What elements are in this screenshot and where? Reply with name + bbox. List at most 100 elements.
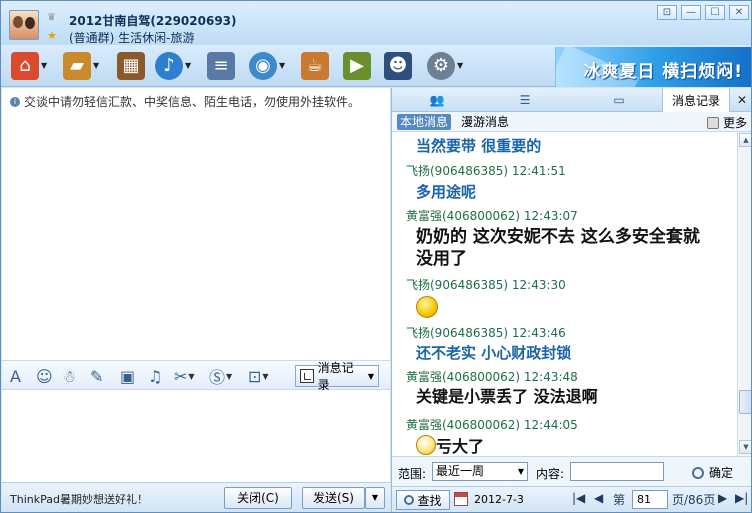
history-subtabs: 本地消息 漫游消息 更多 (392, 112, 751, 132)
close-button[interactable]: 关闭(C) (224, 487, 292, 509)
home-icon: ⌂ (11, 52, 39, 80)
tv-tool[interactable]: ▶ (343, 49, 371, 83)
message-list[interactable]: 当然要带 很重要的 飞扬(906486385) 12:41:51 多用途呢 黄富… (392, 132, 737, 456)
message-text: 关键是小票丢了 没法退啊 (416, 387, 598, 406)
history-panel: 👥 ☰ ▭ 消息记录 ✕ 本地消息 漫游消息 更多 当然要带 很重要的 飞扬(9… (391, 88, 751, 512)
find-button[interactable]: 查找 (396, 490, 450, 510)
range-value: 最近一周 (436, 464, 485, 478)
settings-tool[interactable]: ⚙ ▼ (427, 49, 467, 83)
close-window-button[interactable]: ✕ (729, 5, 749, 20)
chat-history-area[interactable] (2, 112, 390, 360)
more-button[interactable]: 更多 (706, 114, 747, 131)
date-value: 2012-7-3 (474, 493, 524, 506)
list-icon: ☰ (519, 93, 531, 107)
window-subtitle: (普通群) 生活休闲-旅游 (69, 31, 195, 45)
tab-message-history[interactable]: 消息记录 (662, 88, 730, 112)
scroll-down-icon[interactable]: ▼ (739, 440, 751, 454)
skin-button[interactable]: ⊡ (657, 5, 677, 20)
tv-icon: ▶ (343, 52, 371, 80)
voice-tool[interactable]: ♪ ▼ (155, 49, 195, 83)
next-page-icon[interactable]: ▶ (718, 491, 727, 505)
side-tabs: 👥 ☰ ▭ 消息记录 ✕ (392, 88, 751, 112)
chevron-down-icon: ▼ (367, 371, 374, 381)
window-controls: ⊡ — ☐ ✕ (657, 5, 749, 20)
send-button[interactable]: 发送(S) (302, 487, 365, 509)
tab-members[interactable]: 👥 (416, 88, 458, 112)
message-input[interactable] (2, 390, 390, 482)
message-sender: 黄富强(406800062) 12:43:07 (406, 209, 578, 223)
chevron-down-icon: ▼ (517, 467, 524, 476)
screen-share-icon[interactable]: ⊡ ▼ (248, 366, 269, 386)
title-bar: ♛ ★ 2012甘南自驾(229020693) (普通群) 生活休闲-旅游 ⊡ … (1, 1, 751, 45)
tab-window[interactable]: ▭ (598, 88, 640, 112)
chat-footer: ThinkPad暑期妙想送好礼！ 关闭(C) 发送(S) ▼ (2, 482, 390, 512)
album-tool[interactable]: ▦ (117, 49, 145, 83)
send-options-button[interactable]: ▼ (365, 487, 385, 509)
range-label: 范围: (398, 467, 427, 481)
safety-notice: i 交谈中请勿轻信汇款、中奖信息、陌生电话，勿使用外挂软件。 (10, 93, 360, 110)
music-icon[interactable]: ♫ (148, 366, 162, 386)
chevron-down-icon: ▼ (93, 61, 100, 70)
star-icon: ★ (47, 29, 57, 42)
camera-icon: ◉ (249, 52, 277, 80)
message-text: 奶奶的 这次安妮不去 这么多安全套就没用了 (416, 227, 700, 269)
message-history-button[interactable]: 消息记录 ▼ (295, 361, 379, 392)
police-tool[interactable]: ☻ (384, 49, 412, 83)
tab-roaming-messages[interactable]: 漫游消息 (458, 114, 512, 130)
font-icon[interactable]: A (10, 366, 21, 386)
tab-local-messages[interactable]: 本地消息 (397, 114, 452, 130)
message-sender: 黄富强(406800062) 12:44:05 (406, 418, 578, 432)
emoji-icon (416, 296, 438, 318)
info-icon: i (10, 96, 20, 107)
image-icon[interactable]: ▣ (120, 366, 135, 386)
confirm-button[interactable]: 确定 (692, 464, 733, 481)
search-icon (404, 495, 415, 505)
scroll-up-icon[interactable]: ▲ (739, 133, 751, 147)
promo-banner[interactable]: 冰爽夏日 横扫烦闷! (555, 47, 751, 87)
last-page-icon[interactable]: ▶| (735, 491, 748, 505)
prev-page-icon[interactable]: ◀ (594, 491, 603, 505)
scroll-thumb[interactable] (739, 390, 751, 414)
group-avatar[interactable] (9, 10, 39, 40)
maximize-button[interactable]: ☐ (705, 5, 725, 20)
chat-window: ♛ ★ 2012甘南自驾(229020693) (普通群) 生活休闲-旅游 ⊡ … (0, 0, 752, 513)
first-page-icon[interactable]: |◀ (572, 491, 585, 505)
chat-panel: i 交谈中请勿轻信汇款、中奖信息、陌生电话，勿使用外挂软件。 A ☺ ☃ ✎ ▣… (2, 88, 390, 512)
crown-icon: ♛ (47, 12, 56, 23)
smiley-icon[interactable]: ☺ (36, 366, 53, 386)
message-sender: 飞扬(906486385) 12:41:51 (406, 164, 566, 178)
more-label: 更多 (722, 116, 747, 130)
page-input[interactable]: 81 (632, 490, 668, 509)
notice-tool[interactable]: ≡ (207, 49, 235, 83)
tab-list[interactable]: ☰ (504, 88, 546, 112)
home-tool[interactable]: ⌂ ▼ (11, 49, 51, 83)
close-tab-icon[interactable]: ✕ (732, 88, 751, 112)
red-packet-icon[interactable]: Ⓢ ▼ (209, 366, 232, 387)
message-text: 亏大了 (436, 437, 485, 456)
pager-bar: 查找 2012-7-3 |◀ ◀ 第 81 页/86页 ▶ ▶| (392, 486, 751, 512)
history-button-label: 消息记录 (317, 361, 354, 392)
coffee-tool[interactable]: ☕ (301, 49, 329, 83)
page-suffix: 页/86页 (672, 493, 716, 507)
edit-icon[interactable]: ✎ (90, 366, 103, 386)
coffee-icon: ☕ (301, 52, 329, 80)
police-icon: ☻ (384, 52, 412, 80)
calendar-icon[interactable] (454, 492, 468, 506)
chevron-down-icon: ▼ (457, 61, 464, 70)
scissors-icon[interactable]: ✂ ▼ (174, 366, 195, 386)
folder-tool[interactable]: ▰ ▼ (63, 49, 103, 83)
speaker-icon (706, 116, 719, 129)
chevron-down-icon: ▼ (41, 61, 48, 70)
emoji-icon (416, 435, 436, 455)
message-text: 多用途呢 (416, 183, 477, 201)
minimize-button[interactable]: — (681, 5, 701, 20)
content-input[interactable] (570, 462, 664, 481)
find-label: 查找 (417, 493, 442, 508)
ad-link[interactable]: ThinkPad暑期妙想送好礼！ (10, 491, 148, 507)
message-text: 还不老实 小心财政封锁 (416, 344, 572, 362)
scrollbar[interactable]: ▲ ▼ (737, 132, 751, 456)
magic-face-icon[interactable]: ☃ (62, 366, 76, 386)
range-select[interactable]: 最近一周 ▼ (432, 462, 528, 481)
camera-tool[interactable]: ◉ ▼ (249, 49, 289, 83)
message-sender: 黄富强(406800062) 12:43:48 (406, 370, 578, 384)
